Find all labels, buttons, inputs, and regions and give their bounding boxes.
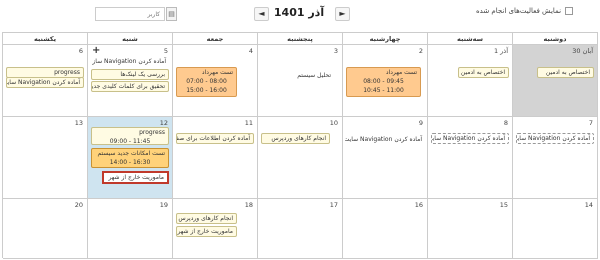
event-selected[interactable]: ماموریت خارج از شهر [102, 171, 169, 184]
day-number: 13 [74, 119, 83, 127]
event-title: progress [139, 129, 165, 136]
day-number: 7 [588, 119, 593, 127]
show-done-checkbox[interactable] [565, 7, 574, 15]
day-cell[interactable]: 1 آذر اختصاص به ادمین [428, 45, 513, 117]
event[interactable]: آماده کردن Navigation سایت [431, 133, 509, 144]
day-cell[interactable]: 7 آماده کردن Navigation سایت [513, 117, 598, 199]
day-cell[interactable]: 10 انجام کارهای وردپرس [258, 117, 343, 199]
weekday-header: جمعه [173, 33, 258, 45]
day-number: 11 [244, 119, 253, 127]
event[interactable]: آماده کردن Navigation سایت ... [345, 135, 425, 144]
event-time: 15:00 - 16:00 [186, 87, 227, 94]
day-number: 3 [333, 47, 338, 55]
chevron-right-icon: ► [339, 9, 346, 18]
day-number: 5 [163, 47, 168, 55]
event[interactable]: تست مهرداد 07:00 - 08:00 15:00 - 16:00 [176, 67, 237, 97]
show-done-toggle[interactable]: نمایش فعالیت‌های انجام شده [476, 7, 574, 15]
prev-month-button[interactable]: ◄ [254, 7, 269, 21]
next-month-button[interactable]: ► [335, 7, 350, 21]
event[interactable]: انجام کارهای وردپرس [261, 133, 330, 144]
document-icon[interactable]: ▤ [166, 7, 177, 21]
event[interactable]: تحقیق برای کلمات کلیدی جدید [91, 81, 169, 92]
day-number: 4 [248, 47, 253, 55]
event[interactable]: اختصاص به ادمین [537, 67, 594, 78]
show-done-label: نمایش فعالیت‌های انجام شده [476, 7, 562, 15]
day-number: 6 [78, 47, 83, 55]
event-title: تست امکانات جدید سیستم [97, 150, 165, 157]
event[interactable]: آماده کردن Navigation ساز [91, 57, 169, 66]
event[interactable]: آماده کردن اطلاعات برای صفحه [176, 133, 254, 144]
event-time: 08:00 - 09:45 [363, 78, 404, 85]
month-title: آذر 1401 [273, 6, 325, 19]
weekday-header: چهارشنبه [343, 33, 428, 45]
event-time: 09:00 - 11:45 [109, 138, 151, 145]
day-cell-today[interactable]: 12 progress 09:00 - 11:45 تست امکانات جد… [88, 117, 173, 199]
event[interactable]: انجام کارهای وردپرس [176, 213, 237, 224]
event-time: 10:45 - 11:00 [363, 87, 404, 94]
event[interactable]: تست مهرداد 08:00 - 09:45 10:45 - 11:00 [346, 67, 421, 97]
day-number: 16 [414, 201, 423, 209]
weekday-header: شنبه [88, 33, 173, 45]
chevron-left-icon: ◄ [258, 9, 265, 18]
day-cell[interactable]: 8 آماده کردن Navigation سایت [428, 117, 513, 199]
day-cell[interactable]: 9 آماده کردن Navigation سایت ... [343, 117, 428, 199]
add-event-icon[interactable]: + [92, 45, 100, 56]
day-number: 2 [418, 47, 423, 55]
day-number: 18 [244, 201, 253, 209]
day-number: 15 [499, 201, 508, 209]
event[interactable]: تست امکانات جدید سیستم 14:00 - 16:30 [91, 148, 169, 168]
day-number: 12 [159, 119, 168, 127]
day-cell[interactable]: 17 [258, 199, 343, 259]
weekday-header: دوشنبه [513, 33, 598, 45]
event[interactable]: آماده کردن Navigation سایت [6, 77, 84, 88]
calendar-grid: یکشنبه شنبه جمعه پنجشنبه چهارشنبه سه‌شنب… [2, 32, 598, 259]
day-cell[interactable]: 13 [3, 117, 88, 199]
day-cell[interactable]: 4 تست مهرداد 07:00 - 08:00 15:00 - 16:00 [173, 45, 258, 117]
event-title: تست مهرداد [385, 69, 417, 76]
day-cell[interactable]: 19 [88, 199, 173, 259]
day-cell[interactable]: + 5 آماده کردن Navigation ساز بررسی یک ل… [88, 45, 173, 117]
weekday-header: پنجشنبه [258, 33, 343, 45]
day-cell[interactable]: 3 تحلیل سیستم [258, 45, 343, 117]
event[interactable]: تحلیل سیستم [261, 71, 334, 80]
event-title: تست مهرداد [201, 69, 233, 76]
day-cell[interactable]: 11 آماده کردن اطلاعات برای صفحه [173, 117, 258, 199]
event[interactable]: اختصاص به ادمین [458, 67, 509, 78]
event[interactable]: ماموریت خارج از شهر [176, 226, 237, 237]
day-number: 8 [503, 119, 508, 127]
day-number: 20 [74, 201, 83, 209]
event[interactable]: progress 09:00 - 11:45 [91, 127, 169, 145]
day-cell[interactable]: 16 [343, 199, 428, 259]
weekday-header: یکشنبه [3, 33, 88, 45]
day-number: 30 آبان [572, 47, 593, 55]
day-number: 1 آذر [493, 47, 508, 55]
day-number: 14 [584, 201, 593, 209]
day-cell[interactable]: 2 تست مهرداد 08:00 - 09:45 10:45 - 11:00 [343, 45, 428, 117]
day-cell[interactable]: 30 آبان اختصاص به ادمین [513, 45, 598, 117]
day-cell[interactable]: 20 [3, 199, 88, 259]
weekday-header: سه‌شنبه [428, 33, 513, 45]
day-cell[interactable]: 6 progress آماده کردن Navigation سایت [3, 45, 88, 117]
event[interactable]: آماده کردن Navigation سایت [516, 133, 594, 144]
user-filter-input[interactable] [95, 7, 165, 21]
day-cell[interactable]: 14 [513, 199, 598, 259]
day-cell[interactable]: 18 انجام کارهای وردپرس ماموریت خارج از ش… [173, 199, 258, 259]
day-number: 19 [159, 201, 168, 209]
day-number: 9 [418, 119, 423, 127]
day-cell[interactable]: 15 [428, 199, 513, 259]
event-time: 14:00 - 16:30 [109, 159, 151, 166]
event[interactable]: بررسی یک لینک‌ها [91, 69, 169, 80]
event-time: 07:00 - 08:00 [186, 78, 227, 85]
day-number: 10 [329, 119, 338, 127]
day-number: 17 [329, 201, 338, 209]
